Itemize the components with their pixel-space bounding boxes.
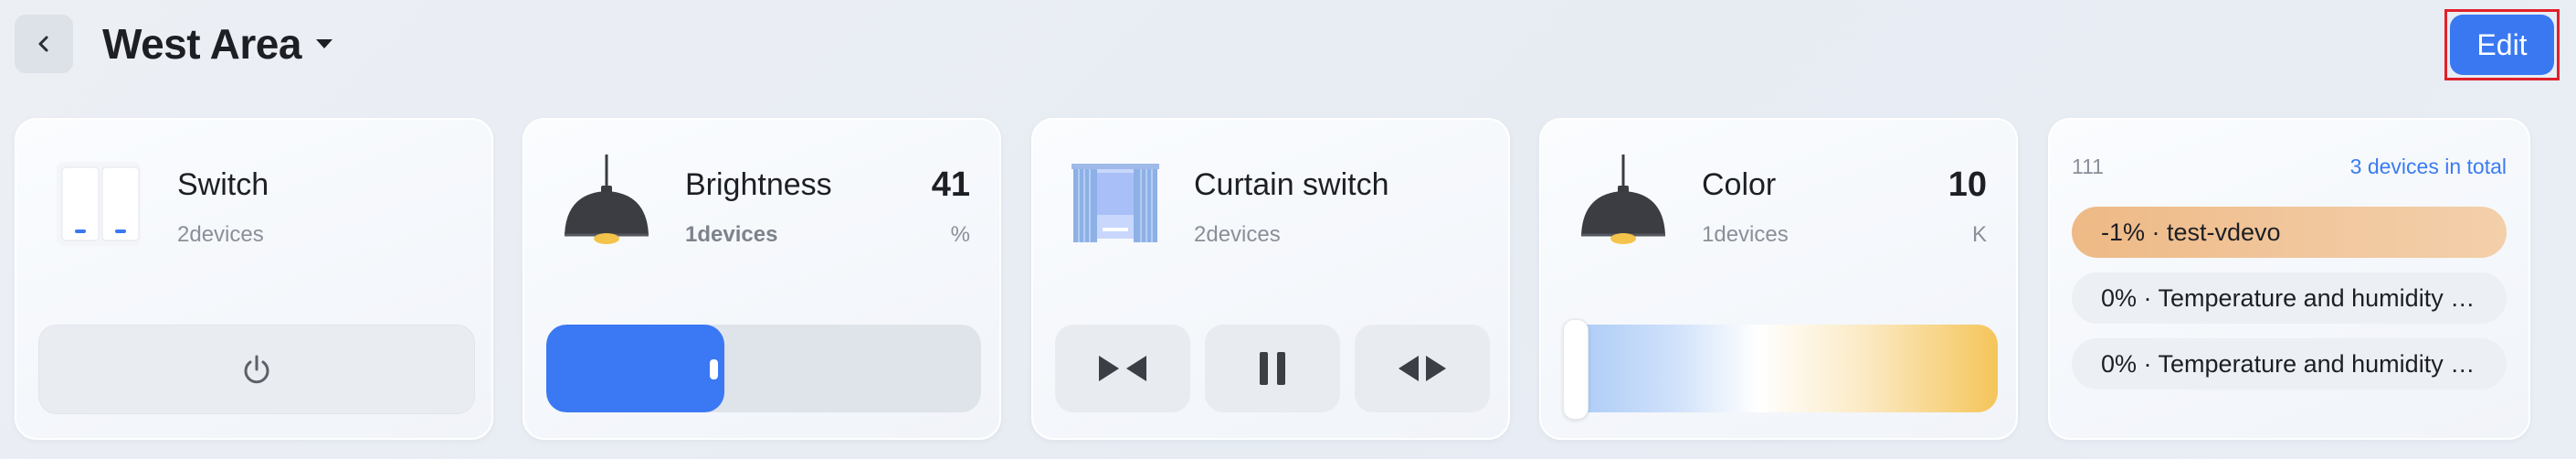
brightness-slider-handle[interactable] bbox=[710, 359, 718, 379]
devices-total-link[interactable]: 3 devices in total bbox=[2350, 155, 2507, 179]
wall-switch-icon bbox=[49, 155, 148, 253]
edit-button[interactable]: Edit bbox=[2450, 15, 2554, 75]
brightness-card[interactable]: Brightness 1devices 41 % bbox=[523, 118, 1001, 440]
device-count: 2devices bbox=[1194, 222, 1281, 247]
brightness-slider[interactable] bbox=[546, 325, 981, 412]
brightness-slider-fill bbox=[546, 325, 724, 412]
color-temp-slider[interactable] bbox=[1563, 325, 1998, 412]
brightness-value: 41 bbox=[931, 165, 970, 204]
color-temp-unit: K bbox=[1971, 222, 1987, 247]
color-temp-value: 10 bbox=[1948, 165, 1987, 204]
pause-icon bbox=[1260, 352, 1285, 385]
device-list-item[interactable]: 0% · Temperature and humidity sensor bbox=[2072, 272, 2507, 324]
device-list-card: 111 3 devices in total -1% · test-vdevo … bbox=[2048, 118, 2530, 440]
pendant-lamp-icon bbox=[1574, 155, 1673, 253]
pendant-lamp-icon bbox=[557, 155, 656, 253]
caret-down-icon bbox=[315, 39, 333, 48]
card-title: Color bbox=[1702, 167, 1777, 202]
edit-button-highlight: Edit bbox=[2444, 9, 2560, 80]
color-card[interactable]: Color 1devices 10 K bbox=[1539, 118, 2018, 440]
device-count: 1devices bbox=[685, 222, 778, 247]
card-title: Brightness bbox=[685, 167, 832, 202]
device-count: 1devices bbox=[1702, 222, 1789, 247]
power-button[interactable] bbox=[38, 325, 475, 414]
curtain-close-button[interactable] bbox=[1055, 325, 1190, 412]
device-count: 2devices bbox=[177, 222, 264, 247]
chevron-left-icon bbox=[38, 36, 48, 52]
curtain-icon bbox=[1066, 155, 1165, 253]
card-title: Curtain switch bbox=[1194, 167, 1389, 202]
curtain-card[interactable]: Curtain switch 2devices bbox=[1031, 118, 1510, 440]
back-button[interactable] bbox=[15, 15, 73, 73]
page-title: West Area bbox=[102, 20, 301, 68]
brightness-unit: % bbox=[950, 222, 970, 247]
device-list-item[interactable]: 0% · Temperature and humidity sensor bbox=[2072, 338, 2507, 390]
switch-card[interactable]: Switch 2devices bbox=[15, 118, 493, 440]
curtain-close-icon bbox=[1099, 356, 1146, 381]
curtain-open-button[interactable] bbox=[1355, 325, 1490, 412]
power-icon bbox=[244, 355, 269, 384]
device-list-item[interactable]: -1% · test-vdevo bbox=[2072, 207, 2507, 258]
group-label: 111 bbox=[2072, 155, 2104, 178]
curtain-pause-button[interactable] bbox=[1205, 325, 1340, 412]
curtain-open-icon bbox=[1399, 356, 1446, 381]
card-title: Switch bbox=[177, 167, 269, 202]
area-selector[interactable]: West Area bbox=[102, 18, 333, 69]
color-temp-slider-handle[interactable] bbox=[1563, 319, 1589, 420]
